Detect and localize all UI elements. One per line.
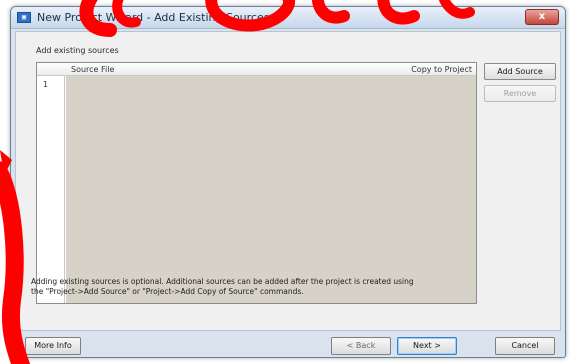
row-number: 1	[43, 80, 49, 89]
section-label: Add existing sources	[36, 46, 119, 55]
info-text: Adding existing sources is optional. Add…	[31, 277, 541, 297]
sources-table[interactable]: Source File Copy to Project 1	[36, 62, 477, 304]
close-button[interactable]: x	[525, 9, 559, 25]
remove-button[interactable]: Remove	[484, 85, 556, 102]
column-header-copy-to-project[interactable]: Copy to Project	[411, 65, 472, 74]
info-line-1: Adding existing sources is optional. Add…	[31, 277, 414, 286]
column-header-source-file[interactable]: Source File	[71, 65, 114, 74]
app-icon: ▣	[17, 12, 31, 23]
next-button[interactable]: Next >	[397, 337, 457, 355]
title-bar[interactable]: ▣ New Project Wizard - Add Existing Sour…	[11, 7, 565, 29]
wizard-window: ▣ New Project Wizard - Add Existing Sour…	[10, 6, 566, 358]
more-info-button[interactable]: More Info	[25, 337, 81, 355]
table-body[interactable]	[66, 76, 476, 303]
add-source-button[interactable]: Add Source	[484, 63, 556, 80]
cancel-button[interactable]: Cancel	[495, 337, 555, 355]
table-header: Source File Copy to Project	[37, 63, 476, 76]
row-number-column: 1	[37, 76, 65, 303]
info-line-2: the "Project->Add Source" or "Project->A…	[31, 287, 304, 296]
back-button[interactable]: < Back	[331, 337, 391, 355]
window-title: New Project Wizard - Add Existing Source…	[37, 11, 270, 24]
